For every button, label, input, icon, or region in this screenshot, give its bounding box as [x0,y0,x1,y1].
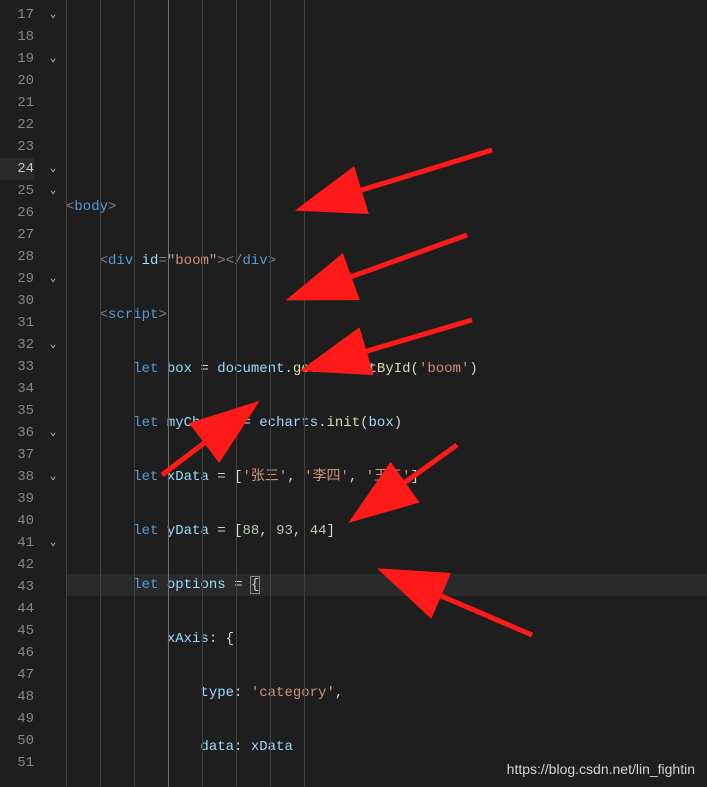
line-number[interactable]: 34 [0,378,34,400]
code-area[interactable]: <body> <div id="boom"></div> <script> le… [62,0,707,787]
line-number[interactable]: 46 [0,642,34,664]
fold-toggle[interactable]: ⌄ [44,4,62,26]
line-number[interactable]: 38 [0,466,34,488]
code-line[interactable]: xAxis: { [66,628,707,650]
line-number[interactable]: 33 [0,356,34,378]
line-number[interactable]: 37 [0,444,34,466]
fold-toggle[interactable]: ⌄ [44,466,62,488]
annotation-arrows [62,0,707,787]
code-line[interactable]: <div id="boom"></div> [66,250,707,272]
line-number[interactable]: 41 [0,532,34,554]
fold-toggle[interactable]: ⌄ [44,422,62,444]
code-editor[interactable]: 17 18 19 20 21 22 23 24 25 26 27 28 29 3… [0,0,707,787]
line-number[interactable]: 35 [0,400,34,422]
code-line[interactable]: data: xData [66,736,707,758]
fold-toggle[interactable]: ⌄ [44,158,62,180]
code-line[interactable]: type: 'category', [66,682,707,704]
code-line[interactable]: let myCharts = echarts.init(box) [66,412,707,434]
line-number[interactable]: 39 [0,488,34,510]
code-line[interactable]: <script> [66,304,707,326]
line-number[interactable]: 45 [0,620,34,642]
line-number[interactable]: 17 [0,4,34,26]
fold-toggle[interactable]: ⌄ [44,268,62,290]
line-number[interactable]: 19 [0,48,34,70]
code-line[interactable]: let options = { [66,574,707,596]
line-number[interactable]: 44 [0,598,34,620]
line-number[interactable]: 27 [0,224,34,246]
line-number[interactable]: 30 [0,290,34,312]
line-number[interactable]: 21 [0,92,34,114]
line-number[interactable]: 49 [0,708,34,730]
line-number[interactable]: 28 [0,246,34,268]
fold-toggle[interactable]: ⌄ [44,532,62,554]
line-number[interactable]: 43 [0,576,34,598]
code-line[interactable]: <body> [66,196,707,218]
line-number[interactable]: 22 [0,114,34,136]
line-number-gutter[interactable]: 17 18 19 20 21 22 23 24 25 26 27 28 29 3… [0,0,44,787]
fold-toggle[interactable]: ⌄ [44,334,62,356]
line-number[interactable]: 32 [0,334,34,356]
line-number[interactable]: 23 [0,136,34,158]
line-number[interactable]: 42 [0,554,34,576]
line-number[interactable]: 26 [0,202,34,224]
fold-toggle[interactable]: ⌄ [44,180,62,202]
line-number[interactable]: 40 [0,510,34,532]
fold-gutter[interactable]: ⌄ ⌄ ⌄ ⌄ ⌄ ⌄ ⌄ ⌄ ⌄ [44,0,62,787]
line-number[interactable]: 29 [0,268,34,290]
code-line[interactable]: let box = document.getElementById('boom'… [66,358,707,380]
line-number[interactable]: 36 [0,422,34,444]
code-line[interactable]: let xData = ['张三', '李四', '王五'] [66,466,707,488]
line-number[interactable]: 50 [0,730,34,752]
line-number[interactable]: 20 [0,70,34,92]
fold-toggle[interactable]: ⌄ [44,48,62,70]
line-number[interactable]: 25 [0,180,34,202]
line-number[interactable]: 51 [0,752,34,774]
line-number[interactable]: 18 [0,26,34,48]
line-number[interactable]: 31 [0,312,34,334]
line-number[interactable]: 47 [0,664,34,686]
line-number[interactable]: 24 [0,158,34,180]
line-number[interactable]: 48 [0,686,34,708]
code-line[interactable]: let yData = [88, 93, 44] [66,520,707,542]
